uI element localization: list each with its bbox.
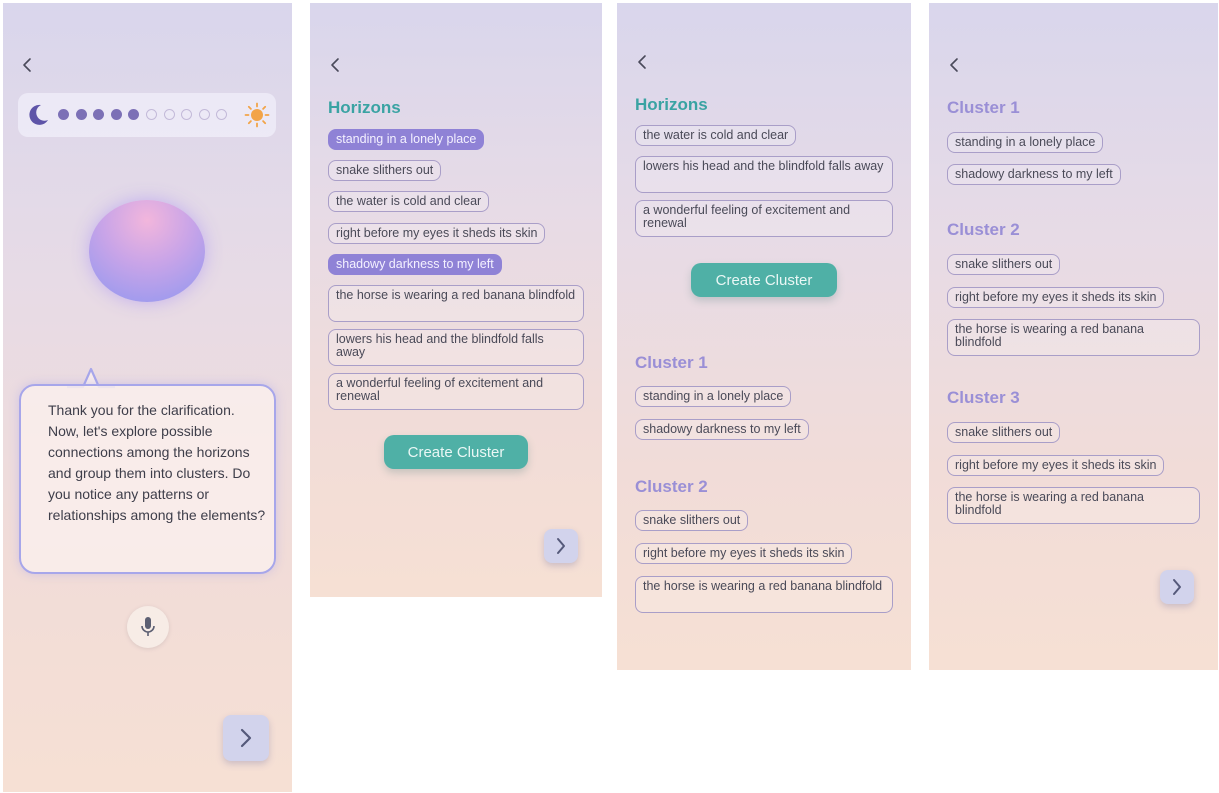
back-chevron-icon[interactable]	[946, 56, 964, 74]
cluster-title: Cluster 2	[635, 477, 708, 496]
horizon-chip[interactable]: a wonderful feeling of excitement and re…	[635, 200, 893, 237]
progress-dot-empty	[198, 109, 210, 120]
horizon-chip[interactable]: snake slithers out	[328, 160, 442, 181]
cluster-title: Cluster 1	[947, 98, 1020, 117]
cluster-chip[interactable]: snake slithers out	[947, 254, 1061, 275]
clusters-overview-screen: Cluster 1 standing in a lonely place sha…	[929, 3, 1218, 670]
progress-dot-filled	[93, 109, 105, 120]
cluster-chip[interactable]: shadowy darkness to my left	[635, 419, 809, 440]
cluster-chip[interactable]: the horse is wearing a red banana blindf…	[635, 576, 893, 613]
cluster-chip[interactable]: the horse is wearing a red banana blindf…	[947, 319, 1200, 356]
next-button[interactable]	[1160, 570, 1194, 604]
progress-dot-filled	[110, 109, 122, 120]
back-chevron-icon[interactable]	[634, 53, 652, 71]
next-button[interactable]	[544, 529, 578, 563]
session-progress-bar	[18, 93, 276, 137]
progress-dot-filled	[58, 109, 69, 120]
horizon-chip[interactable]: right before my eyes it sheds its skin	[328, 223, 546, 244]
microphone-button[interactable]	[127, 606, 169, 648]
assistant-message-text: Thank you for the clarification. Now, le…	[48, 402, 266, 523]
chevron-right-icon	[557, 538, 565, 554]
horizon-chip[interactable]: shadowy darkness to my left	[328, 254, 502, 275]
back-chevron-icon[interactable]	[19, 56, 37, 74]
horizons-title: Horizons	[635, 95, 708, 114]
assistant-orb	[89, 200, 205, 302]
back-chevron-icon[interactable]	[327, 56, 345, 74]
chevron-right-icon	[240, 728, 252, 748]
progress-dot-filled	[75, 109, 87, 120]
cluster-chip[interactable]: right before my eyes it sheds its skin	[947, 455, 1165, 476]
microphone-icon	[141, 617, 155, 636]
cluster-chip[interactable]: right before my eyes it sheds its skin	[635, 543, 853, 564]
chevron-right-icon	[1173, 579, 1181, 595]
horizons-select-screen: Horizons standing in a lonely place snak…	[310, 3, 602, 597]
horizon-chip[interactable]: standing in a lonely place	[328, 129, 485, 150]
cluster-chip[interactable]: standing in a lonely place	[635, 386, 792, 407]
next-button[interactable]	[223, 715, 269, 761]
cluster-title: Cluster 3	[947, 388, 1020, 407]
progress-dot-empty	[181, 109, 193, 120]
sun-icon	[244, 102, 270, 128]
moon-icon	[29, 104, 48, 125]
cluster-chip[interactable]: right before my eyes it sheds its skin	[947, 287, 1165, 308]
progress-dot-empty	[146, 109, 157, 120]
cluster-title: Cluster 2	[947, 220, 1020, 239]
progress-dot-empty	[163, 109, 175, 120]
horizons-clusters-screen: Horizons the water is cold and clear low…	[617, 3, 911, 670]
horizon-chip[interactable]: lowers his head and the blindfold falls …	[328, 329, 584, 366]
cluster-chip[interactable]: shadowy darkness to my left	[947, 164, 1121, 185]
cluster-chip[interactable]: snake slithers out	[947, 422, 1061, 443]
voice-chat-screen: Thank you for the clarification. Now, le…	[3, 3, 292, 792]
progress-dot-filled	[128, 109, 140, 120]
horizons-title: Horizons	[328, 98, 401, 117]
horizon-chip[interactable]: the water is cold and clear	[328, 191, 490, 212]
progress-dot-empty	[216, 109, 228, 120]
cluster-title: Cluster 1	[635, 353, 708, 372]
horizon-chip[interactable]: the water is cold and clear	[635, 125, 797, 146]
create-cluster-button[interactable]: Create Cluster	[691, 263, 837, 297]
horizon-chip[interactable]: the horse is wearing a red banana blindf…	[328, 285, 584, 322]
cluster-chip[interactable]: standing in a lonely place	[947, 132, 1104, 153]
assistant-message-bubble: Thank you for the clarification. Now, le…	[19, 384, 276, 574]
cluster-chip[interactable]: the horse is wearing a red banana blindf…	[947, 487, 1200, 524]
cluster-chip[interactable]: snake slithers out	[635, 510, 749, 531]
horizon-chip[interactable]: lowers his head and the blindfold falls …	[635, 156, 893, 193]
horizon-chip[interactable]: a wonderful feeling of excitement and re…	[328, 373, 584, 410]
create-cluster-button[interactable]: Create Cluster	[384, 435, 528, 469]
